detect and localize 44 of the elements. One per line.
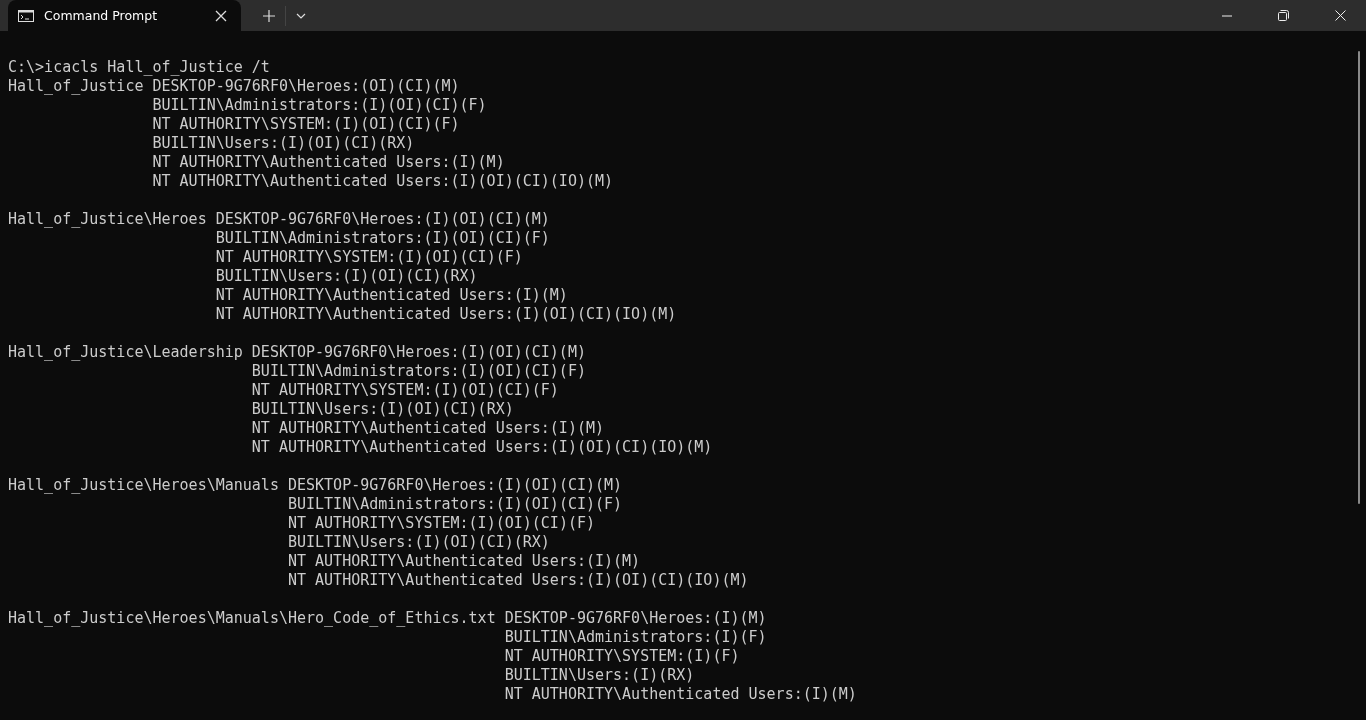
acl-entry: BUILTIN\Users:(I)(RX)	[504, 666, 695, 684]
close-icon[interactable]	[1335, 10, 1346, 21]
terminal-tab[interactable]: Command Prompt	[8, 0, 241, 31]
acl-entry: DESKTOP-9G76RF0\Heroes:(OI)(CI)(M)	[152, 77, 460, 95]
file-path: Hall_of_Justice	[8, 77, 144, 95]
acl-entry: NT AUTHORITY\Authenticated Users:(I)(M)	[251, 419, 605, 437]
acl-entry: BUILTIN\Users:(I)(OI)(CI)(RX)	[251, 400, 514, 418]
terminal-icon	[18, 9, 34, 22]
acl-entry: NT AUTHORITY\Authenticated Users:(I)(OI)(CI)(IO)(M)	[152, 172, 614, 190]
acl-entry: BUILTIN\Administrators:(I)(OI)(CI)(F)	[215, 229, 550, 247]
acl-entry: NT AUTHORITY\Authenticated Users:(I)(OI)(CI)(IO)(M)	[215, 305, 677, 323]
acl-entry: BUILTIN\Users:(I)(OI)(CI)(RX)	[152, 134, 415, 152]
acl-entry: NT AUTHORITY\SYSTEM:(I)(OI)(CI)(F)	[287, 514, 595, 532]
acl-entry: DESKTOP-9G76RF0\Heroes:(I)(OI)(CI)(M)	[251, 343, 586, 361]
acl-entry: DESKTOP-9G76RF0\Heroes:(I)(OI)(CI)(M)	[215, 210, 550, 228]
file-path: Hall_of_Justice\Leadership	[8, 343, 243, 361]
acl-entry: NT AUTHORITY\Authenticated Users:(I)(OI)(CI)(IO)(M)	[251, 438, 713, 456]
plus-icon[interactable]	[263, 9, 275, 22]
acl-entry: BUILTIN\Users:(I)(OI)(CI)(RX)	[215, 267, 478, 285]
command-line: C:\>icacls Hall_of_Justice /t	[8, 58, 270, 76]
acl-entry: NT AUTHORITY\SYSTEM:(I)(OI)(CI)(F)	[251, 381, 559, 399]
acl-entry: BUILTIN\Administrators:(I)(F)	[504, 628, 767, 646]
restore-icon[interactable]	[1278, 10, 1289, 21]
acl-entry: NT AUTHORITY\Authenticated Users:(I)(M)	[215, 286, 568, 304]
acl-entry: NT AUTHORITY\Authenticated Users:(I)(OI)(CI)(IO)(M)	[287, 571, 749, 589]
minimize-icon[interactable]	[1222, 14, 1232, 17]
acl-entry: DESKTOP-9G76RF0\Heroes:(I)(OI)(CI)(M)	[287, 476, 623, 494]
acl-entry: NT AUTHORITY\Authenticated Users:(I)(M)	[152, 153, 505, 171]
file-path: Hall_of_Justice\Heroes	[8, 210, 207, 228]
acl-entry: NT AUTHORITY\Authenticated Users:(I)(M)	[504, 685, 857, 703]
acl-entry: BUILTIN\Administrators:(I)(OI)(CI)(F)	[251, 362, 586, 380]
acl-entry: NT AUTHORITY\SYSTEM:(I)(OI)(CI)(F)	[215, 248, 523, 266]
acl-entry: BUILTIN\Administrators:(I)(OI)(CI)(F)	[152, 96, 487, 114]
acl-entry: BUILTIN\Users:(I)(OI)(CI)(RX)	[287, 533, 550, 551]
acl-entry: NT AUTHORITY\Authenticated Users:(I)(M)	[287, 552, 641, 570]
scrollbar[interactable]	[1358, 51, 1360, 504]
acl-entry: DESKTOP-9G76RF0\Heroes:(I)(M)	[504, 609, 767, 627]
file-path: Hall_of_Justice\Heroes\Manuals	[8, 476, 279, 494]
chevron-down-icon[interactable]	[296, 12, 306, 19]
acl-entry: NT AUTHORITY\SYSTEM:(I)(OI)(CI)(F)	[152, 115, 460, 133]
acl-entry: BUILTIN\Administrators:(I)(OI)(CI)(F)	[287, 495, 623, 513]
close-tab-icon[interactable]	[215, 9, 227, 22]
acl-entry: NT AUTHORITY\SYSTEM:(I)(F)	[504, 647, 740, 665]
file-path: Hall_of_Justice\Heroes\Manuals\Hero_Code_of_Ethics.txt	[8, 609, 496, 627]
